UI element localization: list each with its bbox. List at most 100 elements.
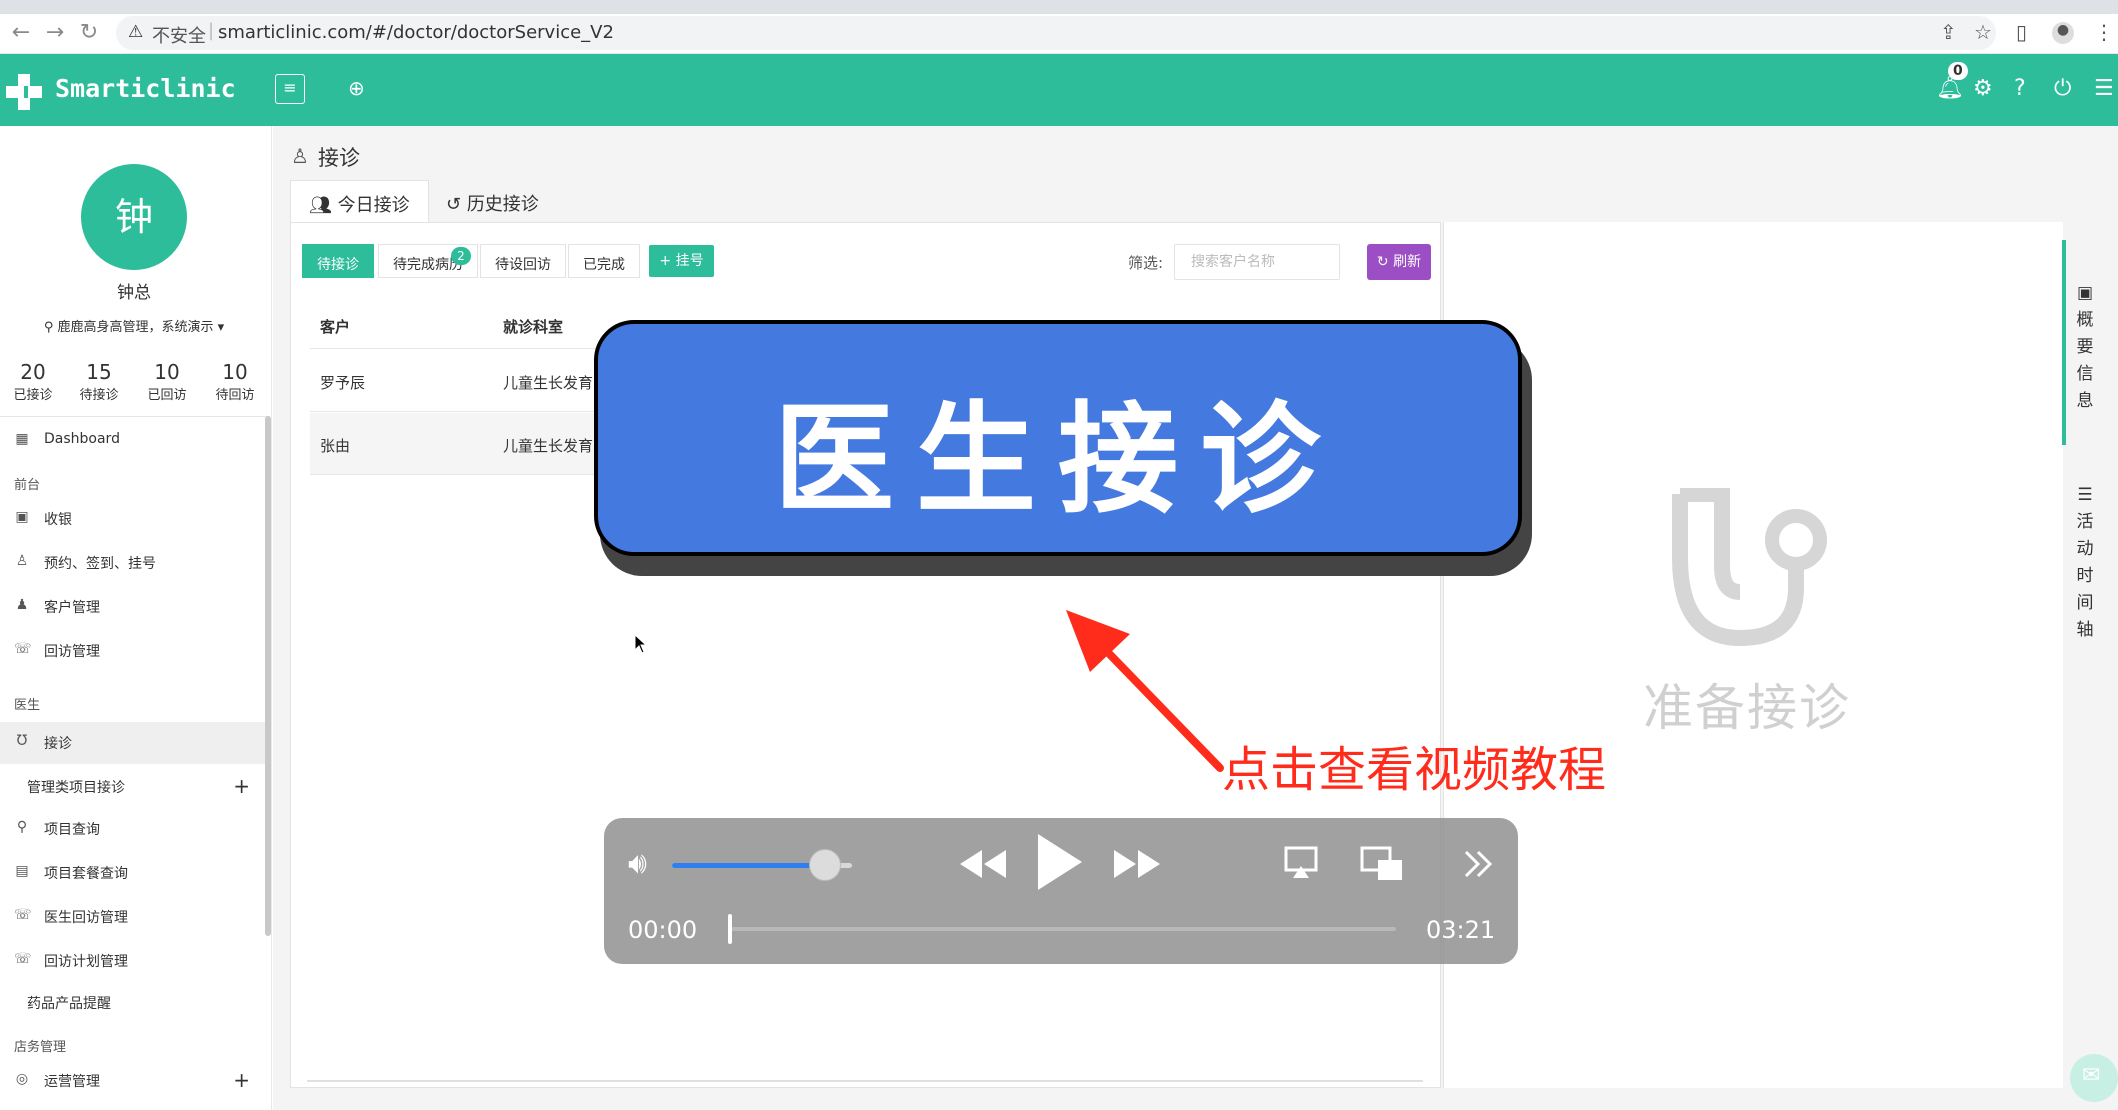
- sidebar-item-label: 项目查询: [44, 822, 100, 838]
- profile-icon[interactable]: ●: [2052, 22, 2074, 44]
- chart-icon: ◎: [15, 1071, 29, 1087]
- expand-icon[interactable]: +: [233, 774, 250, 798]
- help-icon[interactable]: ?: [2014, 76, 2026, 101]
- tab-history[interactable]: ↺ 历史接诊: [428, 180, 557, 224]
- settings-icon[interactable]: ⚙: [1973, 76, 1993, 101]
- sidebar: 钟 钟总 ⚲ 鹿鹿高身高管理，系统演示 ▾ 20 已接诊 15 待接诊 10 已回访 …: [0, 126, 272, 1110]
- notification-badge: 0: [1948, 62, 1968, 80]
- vtab-char: 时: [2076, 566, 2094, 586]
- forward-icon[interactable]: →: [42, 20, 68, 45]
- share-icon[interactable]: ⇪: [1940, 20, 1957, 44]
- register-button[interactable]: + 挂号: [649, 245, 714, 277]
- phone-icon: ☏: [14, 907, 32, 923]
- subtab-waiting[interactable]: 待接诊: [302, 244, 374, 278]
- stethoscope-icon: Ʊ: [16, 733, 28, 749]
- subtab-completed[interactable]: 已完成: [568, 244, 640, 278]
- url-text[interactable]: smarticlinic.com/#/doctor/doctorService_…: [218, 22, 614, 43]
- sidebar-item-dashboard[interactable]: ▦ Dashboard: [0, 420, 266, 460]
- add-tab-icon[interactable]: ⊕: [348, 76, 365, 100]
- stat-label: 已接诊: [13, 388, 53, 403]
- tab-today[interactable]: 👥︎ 今日接诊: [290, 180, 429, 224]
- volume-knob[interactable]: [809, 849, 841, 881]
- menu-toggle-button[interactable]: ≡: [275, 74, 305, 104]
- stat-value: 20: [20, 360, 46, 384]
- subtab-pending-followup[interactable]: 待设回访: [480, 244, 566, 278]
- collapse-right-icon[interactable]: ☰: [2094, 76, 2114, 101]
- stat-label: 待回访: [215, 388, 255, 403]
- volume-icon[interactable]: 🔊︎: [628, 846, 647, 881]
- page-title: 接诊: [318, 146, 360, 170]
- sidebar-item-label: 药品产品提醒: [27, 996, 111, 1012]
- stat-value: 15: [86, 360, 112, 384]
- sidebar-item-followup-plan[interactable]: ☏ 回访计划管理: [0, 940, 266, 980]
- sidebar-item-cashier[interactable]: ▣ 收银: [0, 498, 266, 538]
- avatar[interactable]: 钟: [81, 164, 187, 270]
- vtab-char: 要: [2076, 337, 2094, 357]
- insecure-label: 不安全: [152, 26, 206, 47]
- seek-handle[interactable]: [728, 914, 732, 944]
- caret-down-icon: ▾: [213, 320, 225, 335]
- url-separator: |: [208, 20, 215, 41]
- sidebar-item-package-query[interactable]: ▤ 项目套餐查询: [0, 852, 266, 892]
- sidebar-scrollbar[interactable]: [265, 416, 271, 936]
- refresh-label: 刷新: [1393, 254, 1422, 270]
- vtab-overview[interactable]: ▣ 概 要 信 息: [2072, 280, 2098, 415]
- history-icon: ↺: [446, 194, 467, 215]
- sidebar-item-label: 客户管理: [44, 600, 100, 616]
- fast-forward-icon[interactable]: [1112, 846, 1162, 882]
- more-icon[interactable]: ⋮: [2094, 20, 2114, 44]
- sidebar-item-drug-reminder[interactable]: 药品产品提醒: [0, 982, 266, 1022]
- seek-bar[interactable]: [728, 927, 1396, 931]
- sidepanel-icon[interactable]: ▯: [2016, 20, 2027, 44]
- column-header-customer[interactable]: 客户: [320, 316, 350, 337]
- search-input[interactable]: [1174, 244, 1340, 280]
- sidebar-item-customers[interactable]: ♟ 客户管理: [0, 586, 266, 626]
- stat-pending[interactable]: 15 待接诊: [66, 360, 132, 403]
- cell-department: 儿童生长发育: [503, 374, 594, 392]
- airplay-icon[interactable]: [1284, 846, 1318, 880]
- power-icon[interactable]: ⏻: [2054, 76, 2071, 101]
- chat-button[interactable]: ✉: [2070, 1054, 2118, 1102]
- expand-icon[interactable]: +: [233, 1068, 250, 1092]
- sidebar-item-mgmt-consult[interactable]: 管理类项目接诊 +: [0, 766, 266, 806]
- reload-icon[interactable]: ↻: [76, 20, 102, 45]
- filter-label: 筛选:: [1128, 254, 1164, 272]
- pending-record-badge: 2: [451, 247, 471, 265]
- stat-value: 10: [222, 360, 248, 384]
- pip-icon[interactable]: [1360, 846, 1404, 882]
- sidebar-item-item-query[interactable]: ⚲ 项目查询: [0, 808, 266, 848]
- play-icon[interactable]: [1034, 832, 1084, 892]
- sidebar-item-doctor-followup[interactable]: ☏ 医生回访管理: [0, 896, 266, 936]
- tab-label: 历史接诊: [466, 194, 539, 215]
- tutorial-hint[interactable]: 点击查看视频教程: [1222, 730, 1606, 800]
- cash-icon: ▣: [15, 509, 29, 525]
- more-controls-icon[interactable]: [1462, 848, 1494, 880]
- sidebar-item-appointment[interactable]: ♙ 预约、签到、挂号: [0, 542, 266, 582]
- back-icon[interactable]: ←: [8, 20, 34, 45]
- column-header-department[interactable]: 就诊科室: [503, 316, 563, 337]
- search-icon: ⚲: [16, 819, 28, 835]
- doctor-icon: ♙: [291, 144, 309, 168]
- store-selector[interactable]: ⚲ 鹿鹿高身高管理，系统演示 ▾: [0, 316, 268, 335]
- user-gear-icon: ♟: [15, 597, 29, 613]
- stat-consulted[interactable]: 20 已接诊: [0, 360, 66, 403]
- sidebar-item-consult[interactable]: Ʊ 接诊: [0, 722, 266, 764]
- vtab-timeline[interactable]: ☰ 活 动 时 间 轴: [2072, 482, 2098, 644]
- phone-icon: ☏: [14, 641, 32, 657]
- vtab-char: 活: [2076, 512, 2094, 532]
- sidebar-item-operations[interactable]: ◎ 运营管理 +: [0, 1060, 266, 1100]
- browser-tab-strip: [0, 0, 2118, 14]
- table-bottom-border: [307, 1080, 1423, 1082]
- sidebar-item-label: 管理类项目接诊: [27, 780, 125, 796]
- divider: [0, 416, 270, 417]
- dashboard-icon: ▦: [15, 431, 29, 447]
- mouse-cursor-icon: [634, 634, 648, 654]
- stat-followed[interactable]: 10 已回访: [134, 360, 200, 403]
- star-icon[interactable]: ☆: [1974, 20, 1992, 44]
- rewind-icon[interactable]: [958, 846, 1008, 882]
- section-doctor: 医生: [14, 698, 41, 713]
- logo-icon: [6, 74, 42, 110]
- sidebar-item-followup[interactable]: ☏ 回访管理: [0, 630, 266, 670]
- refresh-button[interactable]: ↻ 刷新: [1367, 244, 1431, 280]
- stat-to-follow[interactable]: 10 待回访: [202, 360, 268, 403]
